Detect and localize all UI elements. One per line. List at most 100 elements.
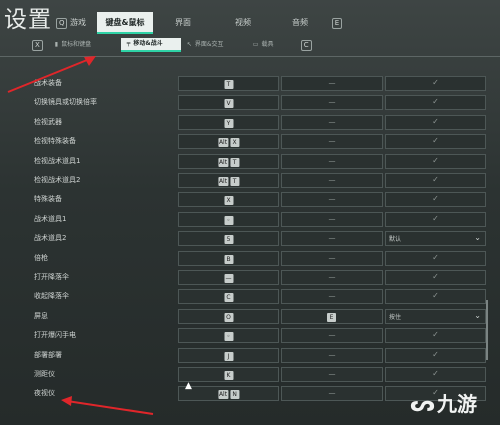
tab-game[interactable]: Q 游戏 xyxy=(45,12,97,34)
primary-binding-cell[interactable]: X xyxy=(178,192,279,208)
secondary-binding-cell[interactable]: — xyxy=(281,192,383,208)
keycap: C xyxy=(224,293,233,303)
keycap: B xyxy=(224,254,233,264)
toggle-cell[interactable]: ✓ xyxy=(385,76,486,91)
keycap: T xyxy=(230,157,240,167)
secondary-binding-value: — xyxy=(328,195,336,204)
table-row: 特殊装备 X — ✓ xyxy=(0,191,500,208)
secondary-binding-cell[interactable]: — xyxy=(281,386,383,402)
subtab-vehicle[interactable]: ▭ 载具 xyxy=(247,38,295,52)
secondary-binding-cell[interactable]: E xyxy=(281,308,383,324)
secondary-binding-cell[interactable]: — xyxy=(281,347,383,363)
keycap: — xyxy=(224,274,233,283)
check-icon: ✓ xyxy=(432,194,439,204)
secondary-binding-value: — xyxy=(328,79,336,87)
keycap: Alt xyxy=(217,390,229,400)
subtab-movement-combat[interactable]: ╤ 移动&战斗 xyxy=(120,38,181,52)
toggle-cell[interactable]: ✓ xyxy=(385,328,486,344)
table-row: 检视战术道具2 Alt T — ✓ xyxy=(0,172,500,189)
tab-audio[interactable]: 音频 xyxy=(273,12,327,34)
vehicle-icon: ▭ xyxy=(252,41,259,48)
secondary-binding-cell[interactable]: — xyxy=(281,211,383,227)
keycap: N xyxy=(230,390,240,400)
secondary-binding-cell[interactable]: — xyxy=(281,173,383,188)
cursor-icon: ↖ xyxy=(186,41,192,48)
keycap-group: Alt T xyxy=(217,177,240,186)
check-icon: ✓ xyxy=(432,291,439,301)
primary-binding-cell[interactable]: V xyxy=(178,95,279,111)
primary-binding-cell[interactable]: O xyxy=(178,308,279,324)
table-row: 倍枪 B — ✓ xyxy=(0,250,500,267)
subtab-vehicle-label: 载具 xyxy=(261,41,274,48)
keycap-group: B xyxy=(224,254,233,264)
toggle-cell[interactable]: ✓ xyxy=(385,250,486,266)
toggle-cell[interactable]: ✓ xyxy=(385,211,486,227)
check-icon: ✓ xyxy=(432,155,439,165)
toggle-cell[interactable]: ✓ xyxy=(385,192,486,208)
primary-binding-cell[interactable]: B xyxy=(178,250,279,266)
tab-video[interactable]: 视频 xyxy=(213,12,273,34)
keycap: Alt xyxy=(217,138,229,148)
keycap: 5 xyxy=(224,235,233,245)
secondary-binding-value: — xyxy=(328,273,336,281)
primary-binding-cell[interactable]: ◦ xyxy=(178,211,279,227)
toggle-cell[interactable]: ✓ xyxy=(385,134,486,150)
toggle-cell[interactable]: ✓ xyxy=(385,114,486,130)
watermark-logo: ᔕ 九游 xyxy=(410,388,477,417)
keycap-group: Alt X xyxy=(217,138,240,148)
annotation-arrow-nightvision xyxy=(61,396,154,415)
secondary-binding-value: — xyxy=(328,292,336,301)
secondary-binding-cell[interactable]: — xyxy=(281,134,383,150)
toggle-cell[interactable]: ✓ xyxy=(385,289,486,305)
primary-binding-cell[interactable]: Alt X xyxy=(178,134,279,150)
primary-binding-cell[interactable]: Y xyxy=(178,114,279,130)
table-row: 收起降落伞 C — ✓ xyxy=(0,288,500,305)
subtab-next[interactable]: C xyxy=(295,38,318,52)
scrollbar[interactable] xyxy=(486,300,488,360)
tab-interface[interactable]: 界面 xyxy=(153,12,213,34)
primary-binding-cell[interactable]: Alt T xyxy=(178,153,279,169)
secondary-binding-cell[interactable]: — xyxy=(281,270,383,285)
primary-binding-cell[interactable]: Alt N xyxy=(178,386,279,402)
secondary-binding-cell[interactable]: — xyxy=(281,76,383,91)
subtab-interface-interact[interactable]: ↖ 界面&交互 xyxy=(181,38,247,52)
keycap: ◦ xyxy=(224,332,233,342)
table-row: 屏息 O E 按住 ⌄ xyxy=(0,308,500,325)
secondary-binding-cell[interactable]: — xyxy=(281,153,383,169)
table-row: 打开降落伞 — — ✓ xyxy=(0,269,500,286)
primary-binding-cell[interactable]: K xyxy=(178,367,279,382)
row-label: 部署部署 xyxy=(34,350,62,359)
keycap-group: Alt N xyxy=(217,390,240,400)
toggle-cell[interactable]: ✓ xyxy=(385,270,486,285)
toggle-cell[interactable]: ✓ xyxy=(385,347,486,363)
secondary-binding-cell[interactable]: — xyxy=(281,95,383,111)
primary-binding-cell[interactable]: T xyxy=(178,76,279,91)
tab-video-label: 视频 xyxy=(235,18,251,27)
mode-dropdown[interactable]: 默认 ⌄ xyxy=(385,231,486,247)
keycap-group: Y xyxy=(224,118,233,128)
primary-binding-cell[interactable]: 5 xyxy=(178,231,279,247)
primary-binding-cell[interactable]: C xyxy=(178,289,279,305)
secondary-binding-cell[interactable]: — xyxy=(281,250,383,266)
secondary-binding-cell[interactable]: — xyxy=(281,231,383,247)
secondary-binding-cell[interactable]: — xyxy=(281,367,383,382)
tab-keyboard-mouse[interactable]: 键盘&鼠标 xyxy=(97,12,153,34)
primary-binding-cell[interactable]: J xyxy=(178,347,279,363)
toggle-cell[interactable]: ✓ xyxy=(385,367,486,382)
toggle-cell[interactable]: ✓ xyxy=(385,153,486,169)
keycap-group: ◦ xyxy=(224,332,233,342)
toggle-cell[interactable]: ✓ xyxy=(385,95,486,111)
secondary-binding-cell[interactable]: — xyxy=(281,328,383,344)
primary-binding-cell[interactable]: — xyxy=(178,270,279,285)
table-row: 战术道具2 5 — 默认 ⌄ xyxy=(0,230,500,247)
primary-binding-cell[interactable]: Alt T xyxy=(178,173,279,188)
tab-next[interactable]: E xyxy=(327,12,347,34)
row-label: 屏息 xyxy=(34,311,48,320)
row-label: 收起降落伞 xyxy=(34,292,69,301)
secondary-binding-cell[interactable]: — xyxy=(281,114,383,130)
toggle-cell[interactable]: ✓ xyxy=(385,173,486,188)
table-row: 检视战术道具1 Alt T — ✓ xyxy=(0,153,500,170)
mode-dropdown[interactable]: 按住 ⌄ xyxy=(385,308,486,324)
secondary-binding-cell[interactable]: — xyxy=(281,289,383,305)
primary-binding-cell[interactable]: ◦ xyxy=(178,328,279,344)
